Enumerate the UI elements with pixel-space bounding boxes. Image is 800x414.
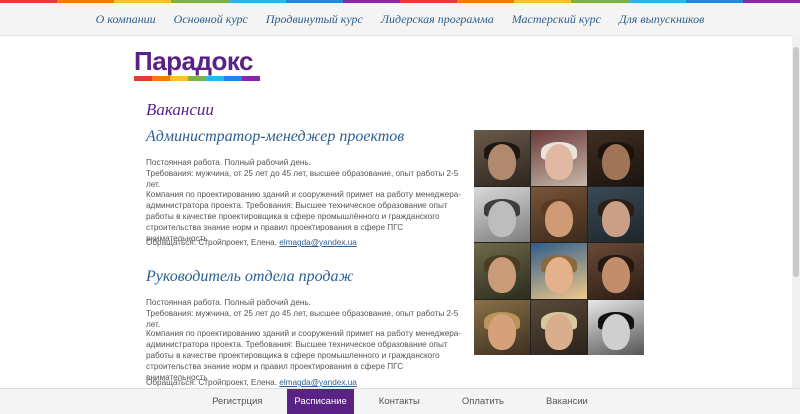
vertical-scrollbar[interactable] <box>792 35 800 390</box>
vacancy-contact-text: Обращаться: Стройпроект, Елена. <box>146 378 278 387</box>
portrait-photo <box>474 130 530 186</box>
top-navigation: О компании Основной курс Продвинутый кур… <box>0 3 800 36</box>
vacancy-terms: Постоянная работа. Полный рабочий день. … <box>146 157 466 190</box>
bottom-nav-registration[interactable]: Регистрция <box>200 389 274 414</box>
vacancy-contact: Обращаться: Стройпроект, Елена. elmagda@… <box>146 377 466 388</box>
portrait-photo <box>474 299 530 355</box>
logo-bar-segment <box>242 76 260 81</box>
vacancy-email-link[interactable]: elmagda@yandex.ua <box>279 238 357 247</box>
vacancy-contact: Обращаться: Стройпроект, Елена. elmagda@… <box>146 237 466 248</box>
scrollbar-thumb[interactable] <box>793 47 799 277</box>
portrait-photo <box>588 130 644 186</box>
nav-item-basic-course[interactable]: Основной курс <box>174 12 248 27</box>
nav-item-about[interactable]: О компании <box>96 12 156 27</box>
vacancy-title: Администратор-менеджер проектов <box>146 128 405 145</box>
vacancy-terms-line: Постоянная работа. Полный рабочий день. <box>146 158 311 167</box>
nav-item-master-course[interactable]: Мастерский курс <box>512 12 601 27</box>
bottom-nav-contacts[interactable]: Контакты <box>367 389 432 414</box>
logo-bar-segment <box>134 76 152 81</box>
vacancy-description: Компания по проектированию зданий и соор… <box>146 190 462 243</box>
portrait-photo <box>531 130 587 186</box>
portrait-photo <box>588 243 644 299</box>
nav-item-graduates[interactable]: Для выпускников <box>619 12 704 27</box>
vacancy-title: Руководитель отдела продаж <box>146 268 354 285</box>
portrait-photo <box>531 186 587 242</box>
page-title: Вакансии <box>146 100 214 119</box>
logo-bar-segment <box>206 76 224 81</box>
logo-bar-segment <box>224 76 242 81</box>
bottom-navigation: Регистрция Расписание Контакты Оплатить … <box>0 388 800 414</box>
portrait-photo <box>588 186 644 242</box>
vacancy-requirements-line: Требования: мужчина, от 25 лет до 45 лет… <box>146 169 459 189</box>
logo-bar-segment <box>170 76 188 81</box>
portrait-photo <box>474 186 530 242</box>
vacancy-terms-line: Постоянная работа. Полный рабочий день. <box>146 298 311 307</box>
logo-text: Парадокс <box>134 46 254 76</box>
vacancy-email-link[interactable]: elmagda@yandex.ua <box>279 378 357 387</box>
portrait-collage <box>474 130 644 355</box>
vacancy-contact-text: Обращаться: Стройпроект, Елена. <box>146 238 278 247</box>
bottom-nav-pay[interactable]: Оплатить <box>450 389 516 414</box>
nav-item-leadership-program[interactable]: Лидерская программа <box>381 12 494 27</box>
bottom-nav-vacancies[interactable]: Вакансии <box>534 389 600 414</box>
portrait-photo <box>531 299 587 355</box>
nav-item-advanced-course[interactable]: Продвинутый курс <box>266 12 363 27</box>
vacancy-requirements-line: Требования: мужчина, от 25 лет до 45 лет… <box>146 309 459 329</box>
vacancy-terms: Постоянная работа. Полный рабочий день. … <box>146 297 466 330</box>
logo-bar-segment <box>152 76 170 81</box>
portrait-photo <box>531 243 587 299</box>
vacancy-description: Компания по проектированию зданий и соор… <box>146 329 462 382</box>
portrait-photo <box>588 299 644 355</box>
portrait-photo <box>474 243 530 299</box>
logo-bar-segment <box>188 76 206 81</box>
site-logo[interactable]: Парадокс <box>134 47 262 83</box>
logo-color-bar <box>134 76 260 81</box>
bottom-nav-schedule[interactable]: Расписание <box>287 389 354 414</box>
